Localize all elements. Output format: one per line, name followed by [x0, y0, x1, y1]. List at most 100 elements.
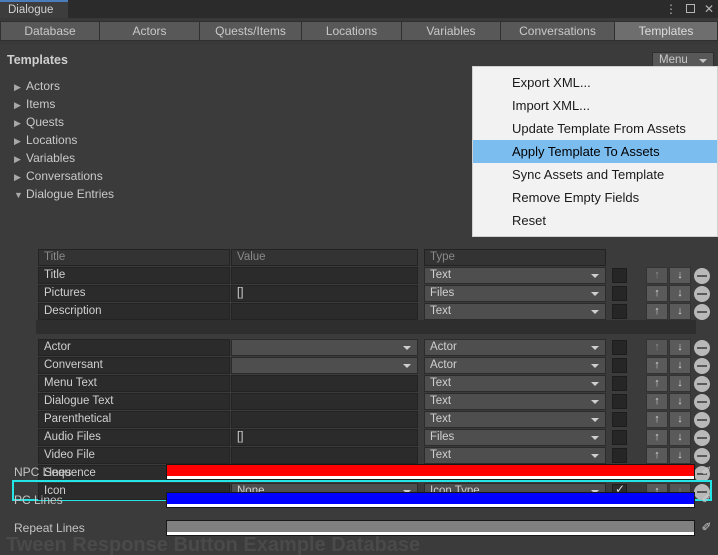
remove-field-button[interactable]	[694, 340, 710, 356]
color-swatch-npc-lines[interactable]	[166, 464, 695, 480]
menu-item-export-xml[interactable]: Export XML...	[473, 71, 717, 94]
field-value-2a[interactable]	[231, 303, 418, 320]
foldout-items[interactable]: ▶ Items	[14, 95, 55, 113]
move-down-button[interactable]: ↓	[669, 375, 691, 392]
move-down-button[interactable]: ↓	[669, 429, 691, 446]
field-value-1a[interactable]: []	[231, 285, 418, 302]
tab-quests-items[interactable]: Quests/Items	[200, 21, 302, 41]
menu-item-sync-assets-and-template[interactable]: Sync Assets and Template	[473, 163, 717, 186]
field-checkbox[interactable]	[612, 430, 627, 445]
remove-field-button[interactable]	[694, 304, 710, 320]
tab-database[interactable]: Database	[0, 21, 100, 41]
field-checkbox[interactable]	[612, 412, 627, 427]
move-up-button[interactable]: ↑	[646, 393, 668, 410]
menu-item-update-template-from-assets[interactable]: Update Template From Assets	[473, 117, 717, 140]
field-title-3b[interactable]: Dialogue Text	[38, 393, 230, 410]
field-value-2b[interactable]	[231, 375, 418, 392]
move-down-button[interactable]: ↓	[669, 447, 691, 464]
move-up-button[interactable]: ↑	[646, 285, 668, 302]
field-value-1b[interactable]	[231, 357, 418, 374]
menu-item-import-xml[interactable]: Import XML...	[473, 94, 717, 117]
remove-field-button[interactable]	[694, 358, 710, 374]
field-value-6b[interactable]	[231, 447, 418, 464]
foldout-dialogue-entries[interactable]: ▼ Dialogue Entries	[14, 185, 114, 203]
column-header-title[interactable]: Title	[38, 249, 230, 266]
tab-conversations[interactable]: Conversations	[501, 21, 615, 41]
field-title-2a[interactable]: Description	[38, 303, 230, 320]
move-up-button[interactable]: ↑	[646, 429, 668, 446]
field-checkbox[interactable]	[612, 286, 627, 301]
field-type-4b[interactable]: Text	[424, 411, 606, 428]
tab-actors[interactable]: Actors	[100, 21, 200, 41]
menu-item-reset[interactable]: Reset	[473, 209, 717, 232]
tab-variables[interactable]: Variables	[402, 21, 501, 41]
remove-field-button[interactable]	[694, 376, 710, 392]
remove-field-button[interactable]	[694, 412, 710, 428]
column-header-type[interactable]: Type	[424, 249, 606, 266]
menu-dropdown-panel[interactable]: Export XML... Import XML... Update Templat…	[472, 66, 718, 237]
remove-field-button[interactable]	[694, 268, 710, 284]
field-type-1a[interactable]: Files	[424, 285, 606, 302]
remove-field-button[interactable]	[694, 448, 710, 464]
window-tab-dialogue[interactable]: Dialogue	[0, 0, 68, 18]
menu-item-remove-empty-fields[interactable]: Remove Empty Fields	[473, 186, 717, 209]
color-swatch-pc-lines[interactable]	[166, 492, 695, 508]
field-type-5b[interactable]: Files	[424, 429, 606, 446]
move-up-button[interactable]: ↑	[646, 339, 668, 356]
foldout-actors[interactable]: ▶ Actors	[14, 77, 60, 95]
tab-templates[interactable]: Templates	[615, 21, 718, 41]
foldout-locations[interactable]: ▶ Locations	[14, 131, 77, 149]
field-checkbox[interactable]	[612, 358, 627, 373]
close-icon[interactable]: ✕	[704, 3, 714, 15]
field-type-3b[interactable]: Text	[424, 393, 606, 410]
foldout-variables[interactable]: ▶ Variables	[14, 149, 75, 167]
tab-locations[interactable]: Locations	[302, 21, 402, 41]
move-down-button[interactable]: ↓	[669, 267, 691, 284]
eyedropper-icon[interactable]: ✐	[699, 492, 714, 508]
foldout-quests[interactable]: ▶ Quests	[14, 113, 64, 131]
move-down-button[interactable]: ↓	[669, 393, 691, 410]
field-type-2a[interactable]: Text	[424, 303, 606, 320]
move-up-button[interactable]: ↑	[646, 447, 668, 464]
field-title-5b[interactable]: Audio Files	[38, 429, 230, 446]
move-up-button[interactable]: ↑	[646, 357, 668, 374]
field-title-6b[interactable]: Video File	[38, 447, 230, 464]
field-title-2b[interactable]: Menu Text	[38, 375, 230, 392]
field-title-4b[interactable]: Parenthetical	[38, 411, 230, 428]
remove-field-button[interactable]	[694, 286, 710, 302]
move-down-button[interactable]: ↓	[669, 357, 691, 374]
field-type-1b[interactable]: Actor	[424, 357, 606, 374]
maximize-icon[interactable]	[685, 3, 695, 15]
move-down-button[interactable]: ↓	[669, 285, 691, 302]
foldout-conversations[interactable]: ▶ Conversations	[14, 167, 103, 185]
field-value-5b[interactable]: []	[231, 429, 418, 446]
move-up-button[interactable]: ↑	[646, 267, 668, 284]
field-type-6b[interactable]: Text	[424, 447, 606, 464]
field-value-0a[interactable]	[231, 267, 418, 284]
column-header-value[interactable]: Value	[231, 249, 418, 266]
field-checkbox[interactable]	[612, 304, 627, 319]
move-down-button[interactable]: ↓	[669, 339, 691, 356]
field-checkbox[interactable]	[612, 340, 627, 355]
field-title-1a[interactable]: Pictures	[38, 285, 230, 302]
field-title-1b[interactable]: Conversant	[38, 357, 230, 374]
field-checkbox[interactable]	[612, 394, 627, 409]
more-options-icon[interactable]: ⋮	[665, 3, 677, 15]
field-title-0b[interactable]: Actor	[38, 339, 230, 356]
field-checkbox[interactable]	[612, 448, 627, 463]
move-up-button[interactable]: ↑	[646, 375, 668, 392]
eyedropper-icon[interactable]: ✐	[699, 520, 714, 536]
field-title-0a[interactable]: Title	[38, 267, 230, 284]
menu-item-apply-template-to-assets[interactable]: Apply Template To Assets	[473, 140, 717, 163]
field-value-3b[interactable]	[231, 393, 418, 410]
field-checkbox[interactable]	[612, 376, 627, 391]
field-checkbox[interactable]	[612, 268, 627, 283]
field-value-4b[interactable]	[231, 411, 418, 428]
eyedropper-icon[interactable]: ✐	[699, 464, 714, 480]
field-type-2b[interactable]: Text	[424, 375, 606, 392]
field-type-0a[interactable]: Text	[424, 267, 606, 284]
remove-field-button[interactable]	[694, 430, 710, 446]
move-down-button[interactable]: ↓	[669, 303, 691, 320]
move-up-button[interactable]: ↑	[646, 303, 668, 320]
move-down-button[interactable]: ↓	[669, 411, 691, 428]
